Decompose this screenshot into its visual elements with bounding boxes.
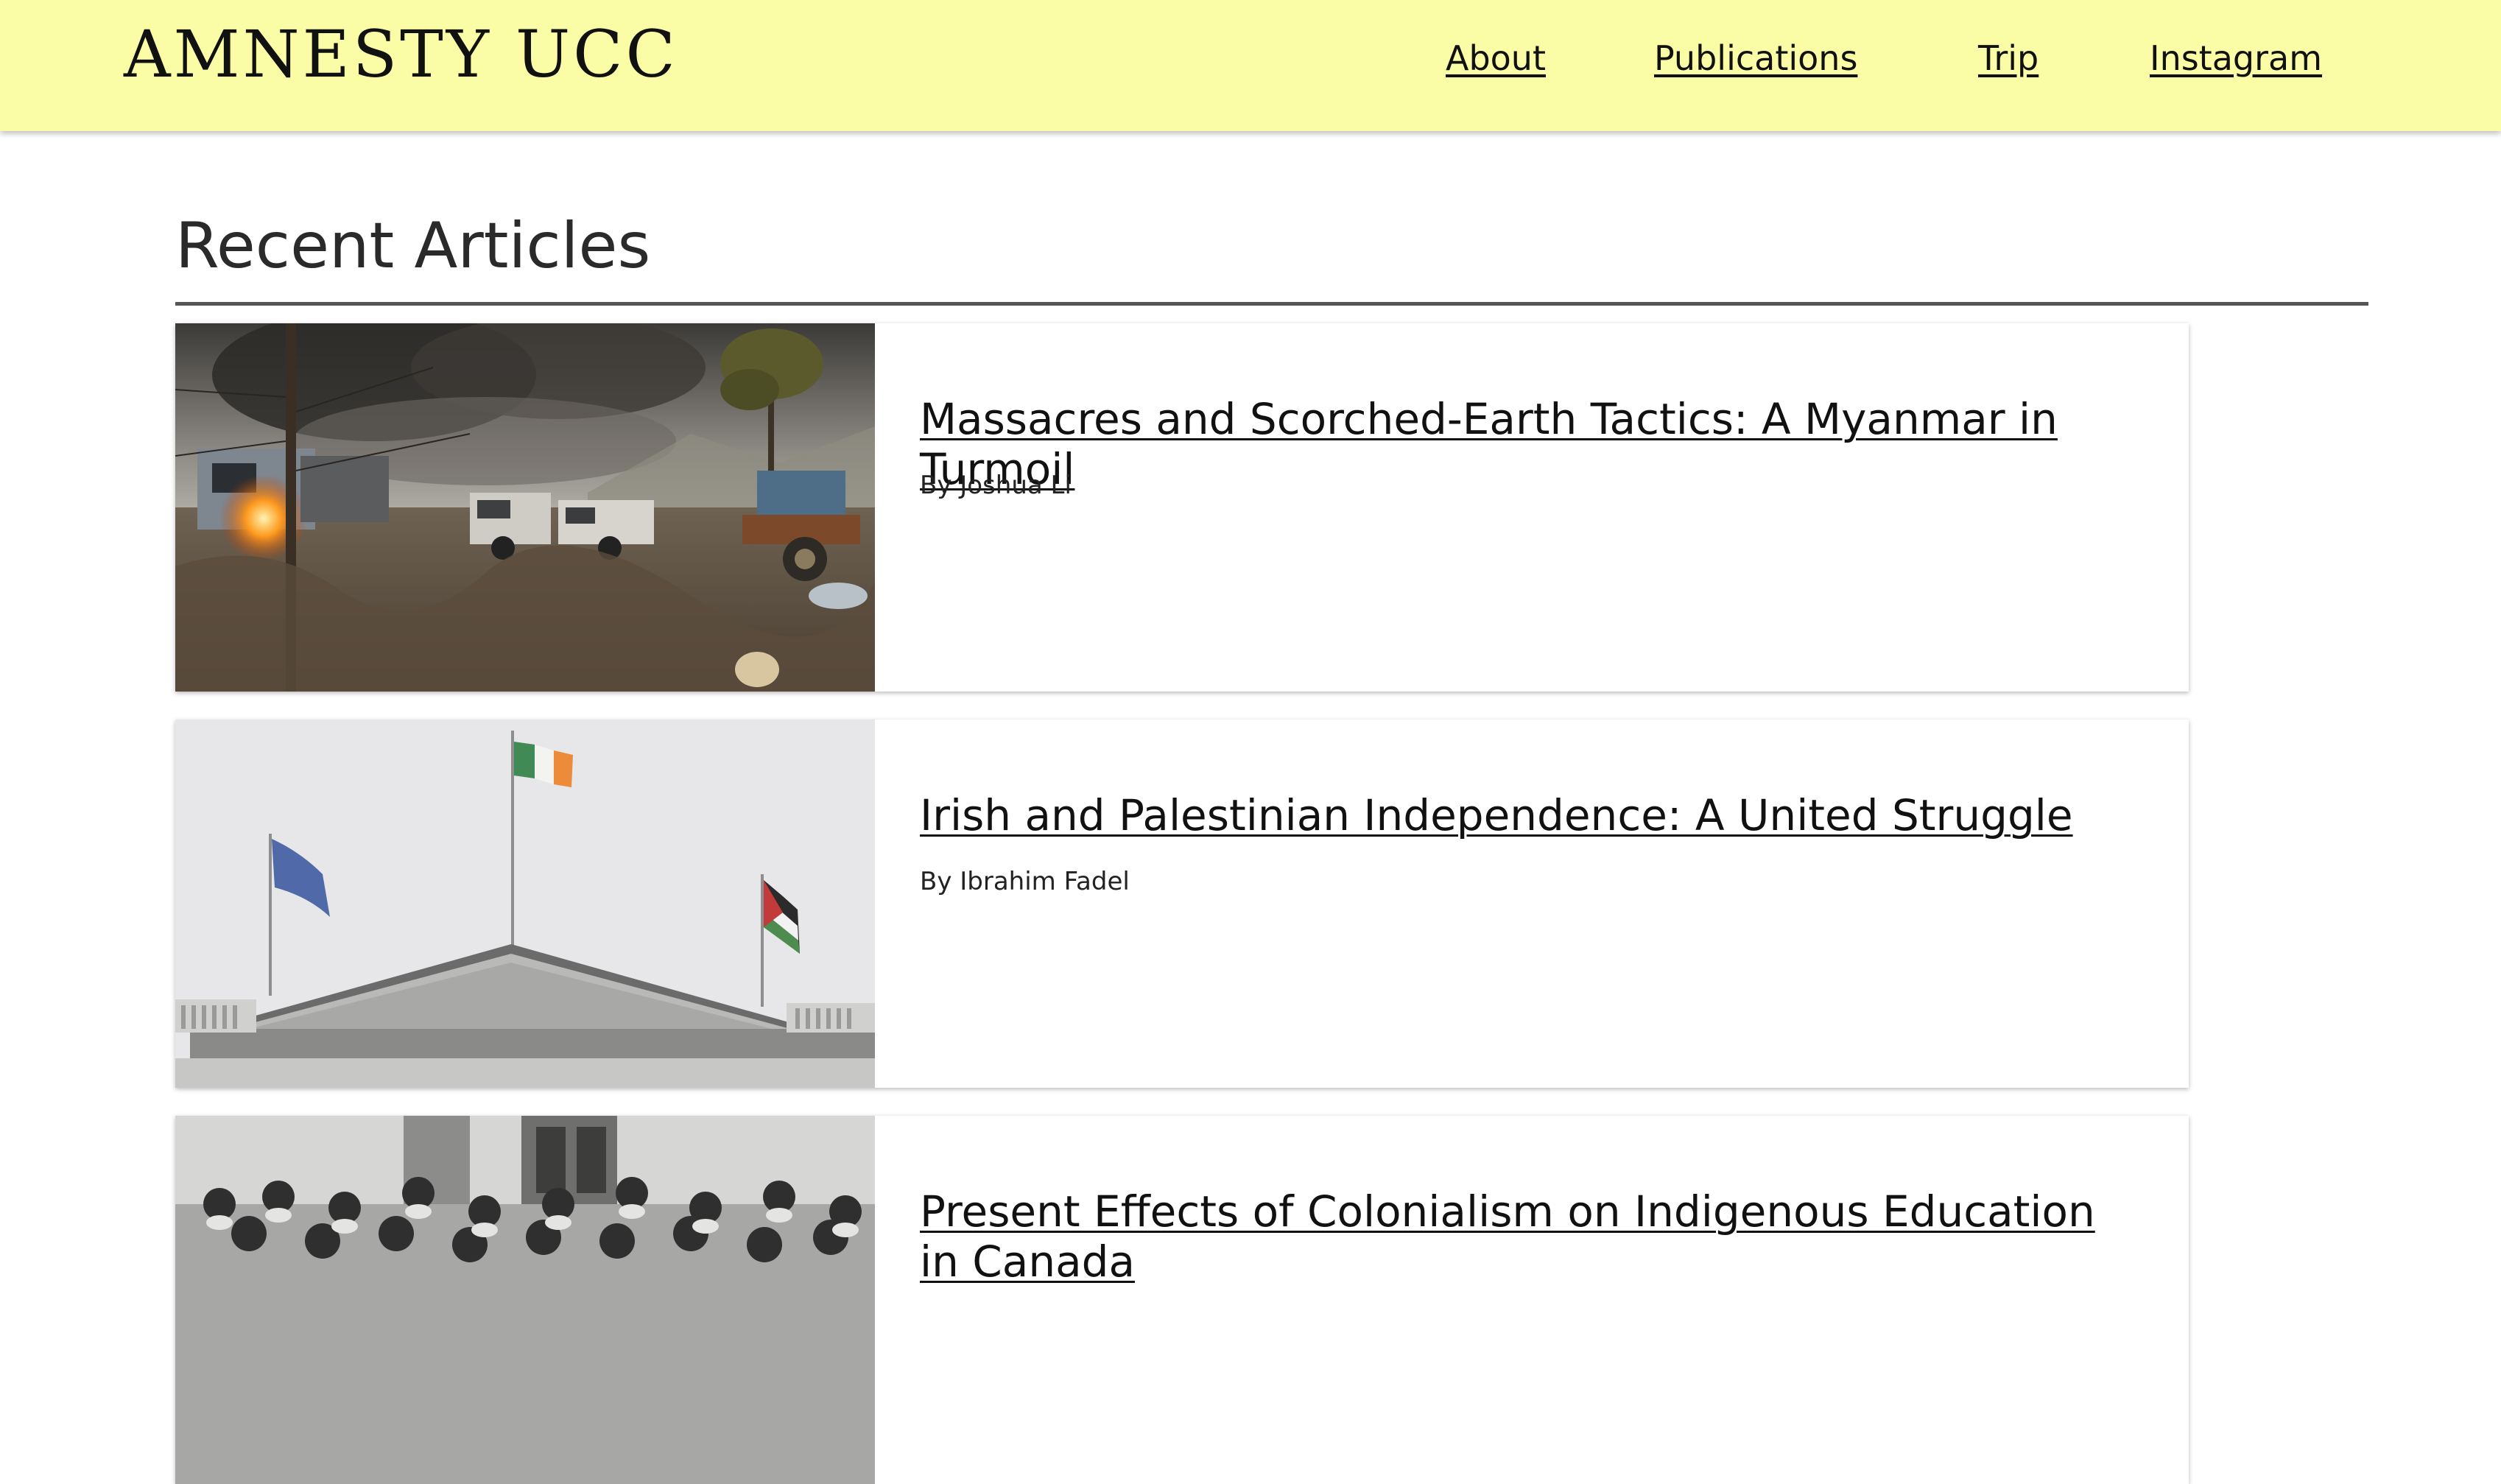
article-thumbnail-flags-building[interactable] <box>175 720 875 1088</box>
article-thumbnail-classroom[interactable] <box>175 1116 875 1484</box>
nav-link-publications[interactable]: Publications <box>1654 38 1857 78</box>
article-card[interactable]: Massacres and Scorched-Earth Tactics: A … <box>175 323 2189 692</box>
article-author: By Ibrahim Fadel <box>920 867 1130 896</box>
site-header: AMNESTY UCC About Publications Trip Inst… <box>0 0 2501 131</box>
article-title-link[interactable]: Irish and Palestinian Independence: A Un… <box>920 790 2142 840</box>
article-thumbnail-burned-vehicles[interactable] <box>175 323 875 692</box>
article-author: By Joshua Li <box>920 471 1072 500</box>
article-card[interactable]: Present Effects of Colonialism on Indige… <box>175 1116 2189 1484</box>
section-divider <box>175 302 2368 306</box>
article-card[interactable]: Irish and Palestinian Independence: A Un… <box>175 720 2189 1088</box>
site-logo[interactable]: AMNESTY UCC <box>124 16 678 92</box>
section-title: Recent Articles <box>175 209 651 283</box>
nav-link-instagram[interactable]: Instagram <box>2150 38 2322 78</box>
article-title-link[interactable]: Present Effects of Colonialism on Indige… <box>920 1186 2142 1287</box>
nav-link-about[interactable]: About <box>1446 38 1546 78</box>
article-title-link[interactable]: Massacres and Scorched-Earth Tactics: A … <box>920 394 2142 494</box>
nav-link-trip[interactable]: Trip <box>1978 38 2039 78</box>
